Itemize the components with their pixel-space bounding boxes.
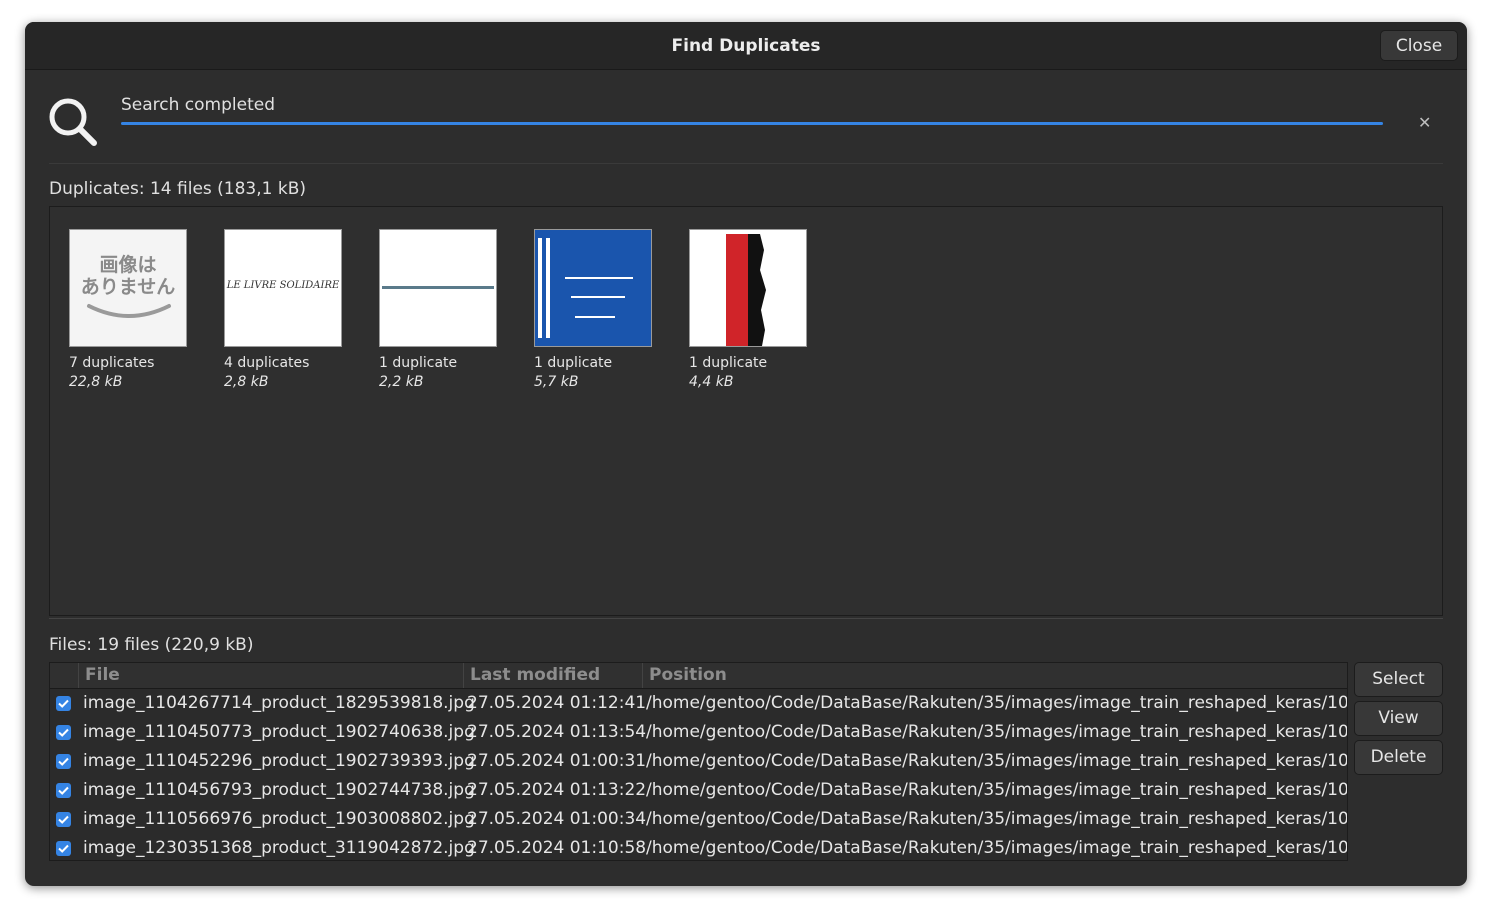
smile-arrow-icon xyxy=(87,304,171,318)
duplicate-size: 2,8 kB xyxy=(224,374,269,390)
checkbox-checked-icon[interactable] xyxy=(56,725,71,740)
thumbnail-line xyxy=(382,286,494,289)
file-position: /home/gentoo/Code/DataBase/Rakuten/35/im… xyxy=(646,809,1348,829)
thumbnail-text-line: ありません xyxy=(80,276,176,298)
duplicates-grid: 画像は ありません 7 duplicates 22,8 kB LE LIVRE … xyxy=(49,206,1443,616)
file-name: image_1230351368_product_3119042872.jpg xyxy=(83,838,475,858)
search-progress-fill xyxy=(121,122,1383,125)
last-modified: 27.05.2024 01:13:54 xyxy=(467,722,647,742)
thumbnail-graphic xyxy=(690,230,806,346)
duplicate-size: 2,2 kB xyxy=(379,374,424,390)
file-position: /home/gentoo/Code/DataBase/Rakuten/35/im… xyxy=(646,693,1348,713)
table-header: File Last modified Position xyxy=(50,663,1347,689)
column-header-position[interactable]: Position xyxy=(642,663,1347,688)
last-modified: 27.05.2024 01:00:34 xyxy=(467,809,647,829)
file-position: /home/gentoo/Code/DataBase/Rakuten/35/im… xyxy=(646,751,1348,771)
duplicate-count: 1 duplicate xyxy=(379,355,458,371)
duplicate-group[interactable]: 画像は ありません 7 duplicates 22,8 kB xyxy=(69,229,187,390)
window-title: Find Duplicates xyxy=(671,36,821,56)
delete-button[interactable]: Delete xyxy=(1354,740,1443,775)
last-modified: 27.05.2024 01:10:58 xyxy=(467,838,647,858)
checkbox-checked-icon[interactable] xyxy=(56,754,71,769)
file-position: /home/gentoo/Code/DataBase/Rakuten/35/im… xyxy=(646,780,1348,800)
search-status: Search completed xyxy=(121,95,276,115)
close-button[interactable]: Close xyxy=(1380,30,1458,61)
duplicate-thumbnail[interactable]: 画像は ありません xyxy=(69,229,187,347)
duplicate-group[interactable]: 1 duplicate 2,2 kB xyxy=(379,229,497,390)
select-button[interactable]: Select xyxy=(1354,662,1443,697)
thumbnail-graphic xyxy=(535,230,651,346)
last-modified: 27.05.2024 01:13:22 xyxy=(467,780,647,800)
checkbox-checked-icon[interactable] xyxy=(56,812,71,827)
duplicate-count: 1 duplicate xyxy=(689,355,768,371)
duplicate-size: 5,7 kB xyxy=(534,374,579,390)
search-icon xyxy=(49,98,97,146)
checkbox-checked-icon[interactable] xyxy=(56,841,71,856)
checkbox-checked-icon[interactable] xyxy=(56,696,71,711)
column-header-last-modified[interactable]: Last modified xyxy=(463,663,642,688)
duplicate-group[interactable]: 1 duplicate 5,7 kB xyxy=(534,229,652,390)
file-name: image_1110452296_product_1902739393.jpg xyxy=(83,751,475,771)
thumbnail-logo-text: LE LIVRE SOLIDAIRE xyxy=(226,280,340,291)
duplicate-thumbnail[interactable] xyxy=(379,229,497,347)
duplicate-group[interactable]: 1 duplicate 4,4 kB xyxy=(689,229,807,390)
duplicate-thumbnail[interactable]: LE LIVRE SOLIDAIRE xyxy=(224,229,342,347)
divider xyxy=(49,163,1443,164)
close-icon[interactable]: ✕ xyxy=(1418,113,1431,132)
file-name: image_1110456793_product_1902744738.jpg xyxy=(83,780,475,800)
thumbnail-placeholder-text: 画像は ありません xyxy=(70,254,186,298)
duplicate-size: 4,4 kB xyxy=(689,374,734,390)
file-position: /home/gentoo/Code/DataBase/Rakuten/35/im… xyxy=(646,838,1348,858)
file-name: image_1110450773_product_1902740638.jpg xyxy=(83,722,475,742)
search-progress-bar xyxy=(121,122,1383,125)
titlebar: Find Duplicates Close xyxy=(25,22,1467,70)
view-button[interactable]: View xyxy=(1354,701,1443,736)
duplicates-heading: Duplicates: 14 files (183,1 kB) xyxy=(49,179,307,199)
duplicate-thumbnail[interactable] xyxy=(534,229,652,347)
column-header-file[interactable]: File xyxy=(78,663,463,688)
table-row[interactable]: image_1110452296_product_1902739393.jpg … xyxy=(50,747,1347,776)
table-row[interactable]: image_1110456793_product_1902744738.jpg … xyxy=(50,776,1347,805)
files-heading: Files: 19 files (220,9 kB) xyxy=(49,635,254,655)
duplicate-group[interactable]: LE LIVRE SOLIDAIRE 4 duplicates 2,8 kB xyxy=(224,229,342,390)
duplicate-thumbnail[interactable] xyxy=(689,229,807,347)
last-modified: 27.05.2024 01:00:31 xyxy=(467,751,647,771)
column-header-check[interactable] xyxy=(50,663,78,688)
checkbox-checked-icon[interactable] xyxy=(56,783,71,798)
last-modified: 27.05.2024 01:12:41 xyxy=(467,693,647,713)
duplicate-count: 1 duplicate xyxy=(534,355,613,371)
duplicate-count: 7 duplicates xyxy=(69,355,155,371)
files-table: File Last modified Position image_110426… xyxy=(49,662,1348,861)
file-name: image_1104267714_product_1829539818.jpg xyxy=(83,693,475,713)
duplicate-count: 4 duplicates xyxy=(224,355,310,371)
duplicate-size: 22,8 kB xyxy=(69,374,123,390)
table-row[interactable]: image_1230351368_product_3119042872.jpg … xyxy=(50,834,1348,860)
table-row[interactable]: image_1104267714_product_1829539818.jpg … xyxy=(50,689,1347,718)
file-position: /home/gentoo/Code/DataBase/Rakuten/35/im… xyxy=(646,722,1348,742)
table-row[interactable]: image_1110450773_product_1902740638.jpg … xyxy=(50,718,1347,747)
pane-splitter[interactable] xyxy=(49,618,1443,619)
find-duplicates-window: Find Duplicates Close Search completed ✕… xyxy=(25,22,1467,886)
table-row[interactable]: image_1110566976_product_1903008802.jpg … xyxy=(50,805,1347,834)
file-name: image_1110566976_product_1903008802.jpg xyxy=(83,809,475,829)
thumbnail-text-line: 画像は xyxy=(99,254,157,276)
